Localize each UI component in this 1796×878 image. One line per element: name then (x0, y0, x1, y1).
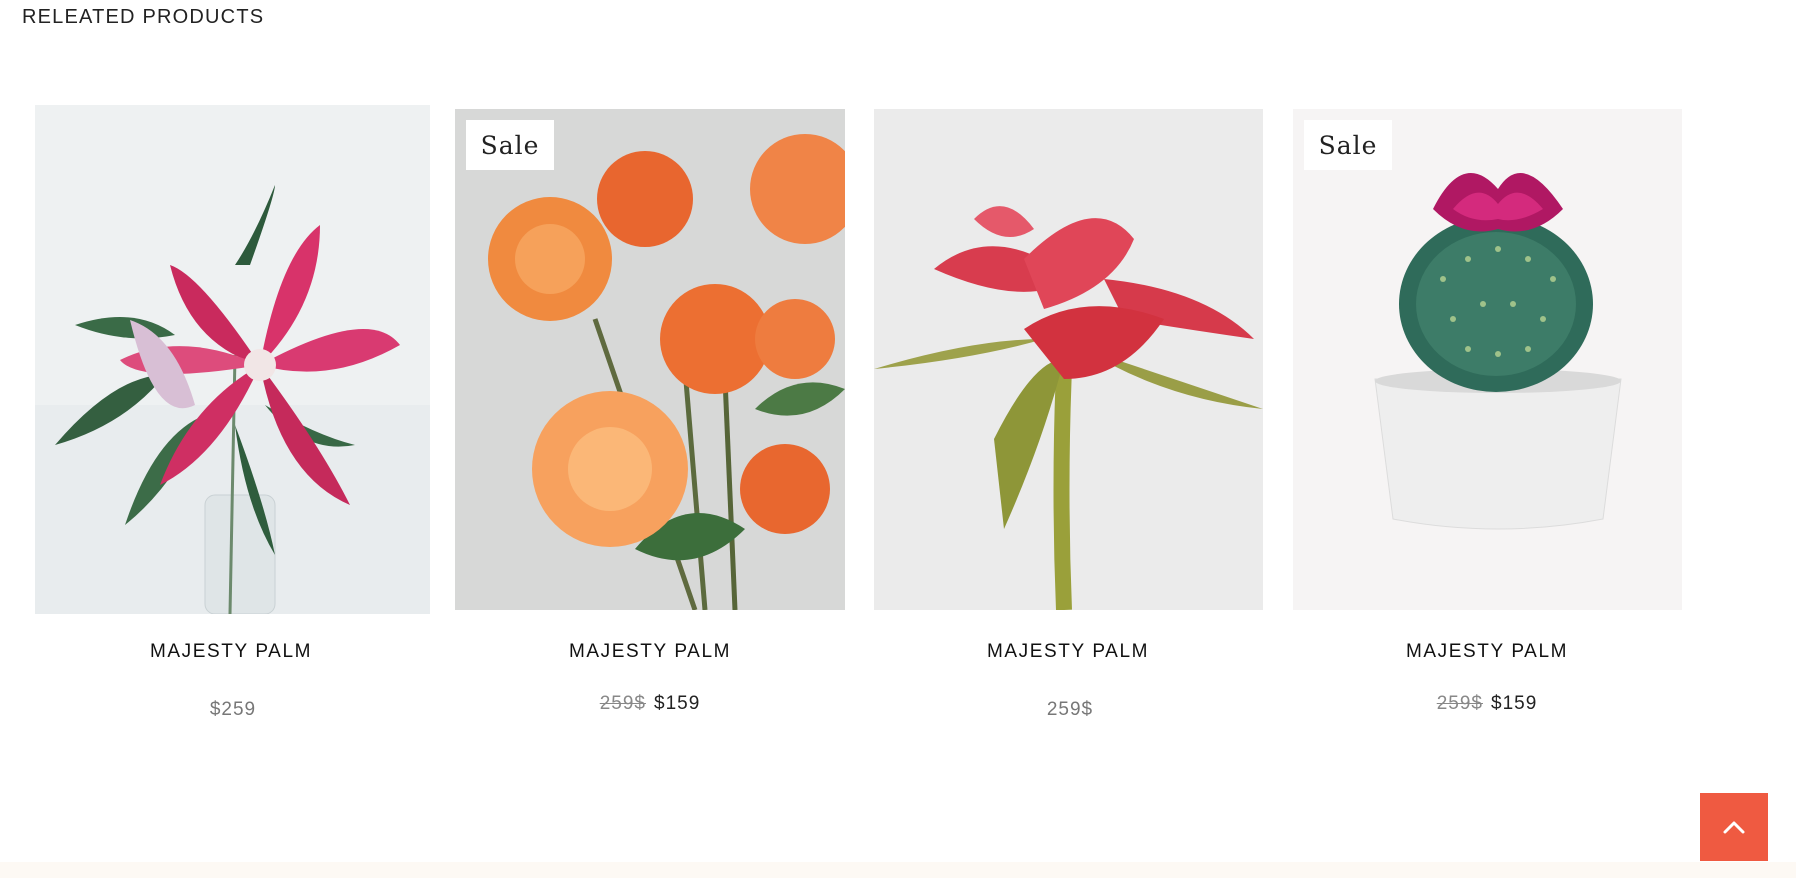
old-price: 259$ (1436, 693, 1483, 714)
new-price: $159 (1491, 693, 1538, 714)
product-name[interactable]: MAJESTY PALM (31, 641, 431, 663)
section-title: RELEATED PRODUCTS (22, 6, 265, 28)
sale-badge: Sale (1304, 120, 1392, 170)
scroll-to-top-button[interactable] (1700, 793, 1768, 861)
product-price: $259 (209, 699, 257, 720)
product-image-lily[interactable] (35, 105, 430, 614)
product-name[interactable]: MAJESTY PALM (1287, 641, 1687, 663)
product-name[interactable]: MAJESTY PALM (450, 641, 850, 663)
footer-strip (0, 862, 1796, 878)
product-image-rose[interactable] (874, 109, 1263, 610)
product-price: 259$ $159 (1287, 693, 1687, 715)
product-image-cactus[interactable]: Sale (1293, 109, 1682, 610)
chevron-up-icon (1723, 821, 1745, 834)
product-image-roses[interactable]: Sale (455, 109, 845, 610)
old-price: 259$ (599, 693, 646, 714)
product-name[interactable]: MAJESTY PALM (868, 641, 1268, 663)
sale-badge: Sale (466, 120, 554, 170)
product-price: 259$ $159 (450, 693, 850, 715)
product-price: 259$ (1046, 699, 1094, 720)
new-price: $159 (654, 693, 701, 714)
